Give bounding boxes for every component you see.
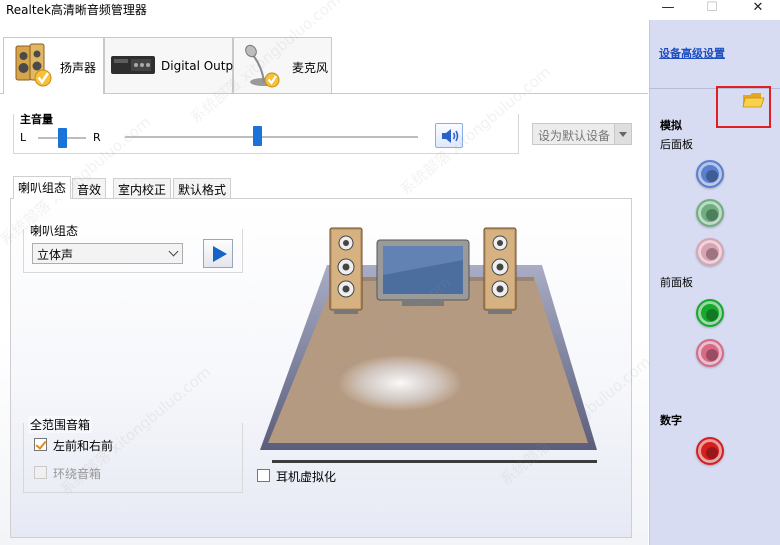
- listener-spot: [338, 355, 462, 411]
- full-range-group: [23, 423, 243, 493]
- tv-icon: [376, 239, 470, 306]
- front-panel-label: 前面板: [660, 276, 693, 289]
- tab-microphone[interactable]: 麦克风: [233, 37, 332, 93]
- mute-button[interactable]: [435, 123, 463, 148]
- headphone-virtualization-checkbox[interactable]: [257, 469, 270, 482]
- speaker-room-visual: [260, 227, 597, 463]
- balance-right-label: R: [93, 131, 101, 144]
- volume-icon: [442, 129, 459, 143]
- tab-room-correction[interactable]: 室内校正: [113, 178, 172, 199]
- front-left-right-label: 左前和右前: [53, 439, 114, 453]
- speaker-config-title: 喇叭组态: [28, 222, 81, 239]
- tab-speakers-label: 扬声器: [60, 61, 97, 75]
- back-jack-pink[interactable]: [696, 238, 724, 266]
- tab-default-format[interactable]: 默认格式: [173, 178, 232, 199]
- advanced-device-settings-link[interactable]: 设备高级设置: [659, 45, 725, 61]
- set-default-device-label: 设为默认设备: [538, 129, 611, 143]
- balance-left-label: L: [20, 131, 27, 144]
- front-jack-green[interactable]: [696, 299, 724, 327]
- speaker-config-select[interactable]: 立体声: [32, 243, 183, 264]
- chevron-down-icon[interactable]: [614, 124, 631, 144]
- close-button[interactable]: ✕: [738, 0, 778, 18]
- balance-slider[interactable]: [58, 128, 67, 148]
- tab-sound-effects[interactable]: 音效: [72, 178, 107, 199]
- volume-title: 主音量: [18, 111, 55, 127]
- back-panel-label: 后面板: [660, 138, 693, 151]
- tab-speakers[interactable]: 扬声器: [3, 37, 104, 94]
- full-range-title: 全范围音箱: [28, 416, 93, 433]
- digital-output-icon: [111, 56, 155, 74]
- front-left-right-checkbox[interactable]: [34, 438, 47, 451]
- set-default-device-button[interactable]: 设为默认设备: [532, 123, 632, 145]
- right-speaker-icon[interactable]: [483, 227, 517, 314]
- chevron-down-icon: [168, 246, 179, 257]
- speaker-config-value: 立体声: [37, 248, 74, 262]
- speaker-icon: [15, 43, 52, 87]
- headphone-virtualization-label: 耳机虚拟化: [276, 470, 337, 484]
- digital-jack-red[interactable]: [696, 437, 724, 465]
- tab-speaker-config[interactable]: 喇叭组态: [13, 176, 72, 199]
- left-speaker-icon[interactable]: [329, 227, 363, 314]
- play-test-button[interactable]: [203, 239, 233, 268]
- surround-speakers-label: 环绕音箱: [53, 467, 102, 481]
- maximize-button: ☐: [706, 0, 718, 15]
- digital-title: 数字: [660, 414, 682, 427]
- front-jack-pink[interactable]: [696, 339, 724, 367]
- volume-slider[interactable]: [252, 126, 262, 146]
- highlight-box: [716, 86, 771, 128]
- back-jack-blue[interactable]: [696, 160, 724, 188]
- surround-speakers-checkbox: [34, 466, 47, 479]
- microphone-icon: [245, 44, 280, 88]
- back-jack-green[interactable]: [696, 199, 724, 227]
- minimize-button[interactable]: —: [648, 0, 688, 18]
- volume-track: [125, 136, 418, 138]
- tab-digital-output[interactable]: Digital Output: [104, 37, 245, 93]
- tab-microphone-label: 麦克风: [292, 61, 329, 75]
- analog-title: 模拟: [660, 119, 682, 132]
- window-title: Realtek高清晰音频管理器: [6, 3, 147, 17]
